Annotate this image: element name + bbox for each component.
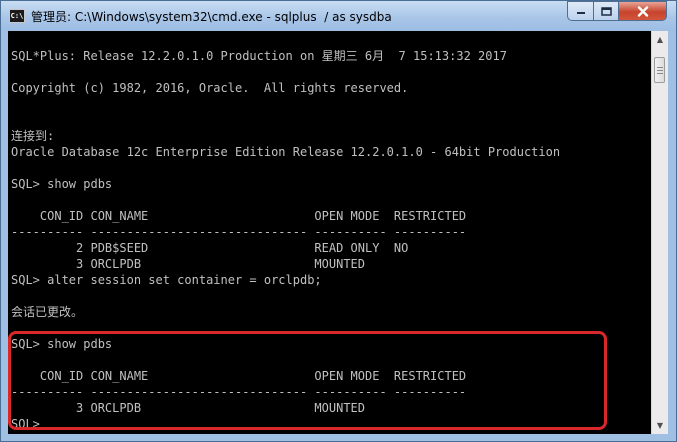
close-button[interactable] (618, 1, 667, 21)
minimize-icon (576, 12, 585, 14)
table-row: 3 ORCLPDB MOUNTED (11, 257, 366, 271)
minimize-button[interactable] (567, 1, 594, 21)
highlight-box (8, 331, 607, 430)
grip-line (657, 70, 663, 71)
cmd-window: C:\ 管理员: C:\Windows\system32\cmd.exe - s… (0, 0, 677, 442)
close-icon (637, 5, 648, 17)
window-title: 管理员: C:\Windows\system32\cmd.exe - sqlpl… (31, 10, 392, 24)
table-row: 2 PDB$SEED READ ONLY NO (11, 241, 409, 255)
console-line-copyright: Copyright (c) 1982, 2016, Oracle. All ri… (11, 81, 409, 95)
scroll-up-arrow-icon[interactable]: ▲ (652, 31, 668, 48)
console-line-connected: 连接到: (11, 129, 55, 143)
console-line-command: SQL> show pdbs (11, 177, 113, 191)
grip-line (657, 67, 663, 68)
console-line-sqlplus-version: SQL*Plus: Release 12.2.0.1.0 Production … (11, 49, 507, 63)
scroll-down-arrow-icon[interactable]: ▼ (652, 417, 668, 434)
table-separator: ---------- -----------------------------… (11, 225, 467, 239)
maximize-button[interactable] (593, 1, 619, 21)
grip-line (657, 73, 663, 74)
cmd-app-icon[interactable]: C:\ (9, 9, 25, 23)
table-header: CON_ID CON_NAME OPEN MODE RESTRICTED (11, 209, 467, 223)
console-output[interactable]: SQL*Plus: Release 12.2.0.1.0 Production … (8, 31, 651, 434)
console-line-session-changed: 会话已更改。 (11, 305, 84, 319)
console-line-command: SQL> alter session set container = orclp… (11, 273, 322, 287)
vertical-scrollbar[interactable]: ▲ ▼ (651, 31, 668, 434)
console-line-database-banner: Oracle Database 12c Enterprise Edition R… (11, 145, 561, 159)
maximize-icon (600, 6, 612, 16)
scrollbar-thumb[interactable] (654, 57, 665, 83)
